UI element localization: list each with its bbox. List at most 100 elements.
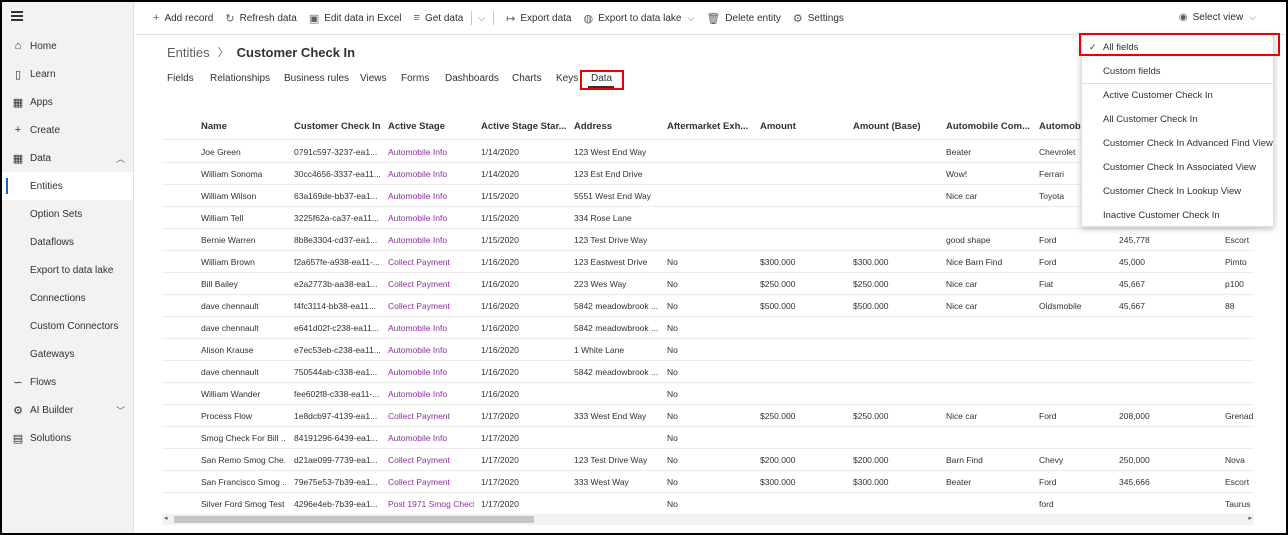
column-header[interactable]: Address	[574, 121, 660, 132]
column-header[interactable]: Name	[201, 121, 286, 132]
chevron-down-icon[interactable]: ⌵	[478, 13, 485, 24]
nav-home[interactable]: ⌂ Home	[2, 32, 133, 60]
tab-forms[interactable]: Forms	[401, 73, 429, 84]
active-stage-link[interactable]: Automobile Info	[388, 389, 474, 399]
active-stage-link[interactable]: Collect Payment	[388, 279, 474, 289]
active-stage-link[interactable]: Post 1971 Smog Check	[388, 499, 474, 509]
nav-solutions[interactable]: ▤ Solutions	[2, 424, 133, 452]
scroll-left-icon[interactable]: ◂	[164, 514, 168, 522]
hamburger-icon[interactable]	[11, 11, 23, 21]
table-row[interactable]: William Wander fee602f8-c338-ea11-... Auto…	[162, 383, 1254, 405]
nav-label: Export to data lake	[30, 264, 114, 276]
table-row[interactable]: dave chennault e641d02f-c238-ea11... Autom…	[162, 317, 1254, 339]
table-cell: p100	[1225, 279, 1244, 289]
page-title: Customer Check In	[236, 44, 356, 60]
active-stage-link[interactable]: Automobile Info	[388, 367, 474, 377]
export-data-button[interactable]: ↦ Export data	[506, 12, 571, 25]
view-option-active[interactable]: Active Customer Check In	[1082, 83, 1273, 107]
tab-dashboards[interactable]: Dashboards	[445, 73, 499, 84]
table-cell: dave chennault	[201, 367, 259, 377]
view-option-lookup[interactable]: Customer Check In Lookup View	[1082, 179, 1273, 203]
plus-icon: +	[14, 124, 22, 136]
gear-icon: ⚙	[792, 12, 803, 25]
chevron-down-icon[interactable]: ﹀	[116, 404, 125, 417]
active-stage-link[interactable]: Automobile Info	[388, 323, 474, 333]
nav-ai-builder[interactable]: ⚙ AI Builder ﹀	[2, 396, 133, 424]
table-row[interactable]: dave chennault 750544ab-c338-ea1... Automo…	[162, 361, 1254, 383]
nav-data[interactable]: ▦ Data ︿	[2, 144, 133, 172]
column-header[interactable]: Amount (Base)	[853, 121, 939, 132]
scrollbar-thumb[interactable]	[174, 516, 534, 523]
tab-fields[interactable]: Fields	[167, 73, 194, 84]
nav-learn[interactable]: ▯ Learn	[2, 60, 133, 88]
table-cell: 250,000	[1119, 455, 1150, 465]
nav-flows[interactable]: ∽ Flows	[2, 368, 133, 396]
active-stage-link[interactable]: Automobile Info	[388, 169, 474, 179]
table-row[interactable]: Silver Ford Smog Test 4296e4eb-7b39-ea1..…	[162, 493, 1254, 515]
table-row[interactable]: San Francisco Smog ... 79e75e53-7b39-ea1.…	[162, 471, 1254, 493]
nav-entities[interactable]: Entities	[2, 172, 133, 200]
nav-custom-connectors[interactable]: Custom Connectors	[2, 312, 133, 340]
active-stage-link[interactable]: Automobile Info	[388, 191, 474, 201]
horizontal-scrollbar[interactable]: ◂ ▸	[162, 514, 1254, 525]
column-header[interactable]: Customer Check In	[294, 121, 380, 132]
add-record-button[interactable]: + Add record	[153, 12, 213, 24]
active-stage-link[interactable]: Automobile Info	[388, 147, 474, 157]
active-stage-link[interactable]: Collect Payment	[388, 477, 474, 487]
active-stage-link[interactable]: Automobile Info	[388, 213, 474, 223]
tab-relationships[interactable]: Relationships	[210, 73, 270, 84]
active-stage-link[interactable]: Automobile Info	[388, 235, 474, 245]
table-row[interactable]: Bernie Warren 8b8e3304-cd37-ea1... Automob…	[162, 229, 1254, 251]
table-row[interactable]: dave chennault f4fc3114-bb38-ea11... Colle…	[162, 295, 1254, 317]
nav-connections[interactable]: Connections	[2, 284, 133, 312]
table-row[interactable]: Smog Check For Bill ... 84191296-6439-ea1…	[162, 427, 1254, 449]
nav-create[interactable]: + Create	[2, 116, 133, 144]
active-stage-link[interactable]: Collect Payment	[388, 301, 474, 311]
table-row[interactable]: Bill Bailey e2a2773b-aa38-ea1... Collect P…	[162, 273, 1254, 295]
tab-keys[interactable]: Keys	[556, 73, 578, 84]
nav-gateways[interactable]: Gateways	[2, 340, 133, 368]
view-option-inactive[interactable]: Inactive Customer Check In	[1082, 203, 1273, 227]
get-data-button[interactable]: ≡ Get data	[414, 12, 464, 24]
table-cell: Process Flow	[201, 411, 253, 421]
column-header[interactable]: Active Stage	[388, 121, 474, 132]
column-header[interactable]: Automobile Com...	[946, 121, 1032, 132]
view-option-all[interactable]: All Customer Check In	[1082, 107, 1273, 131]
table-row[interactable]: San Remo Smog Che... d21ae099-7739-ea1...…	[162, 449, 1254, 471]
active-stage-link[interactable]: Automobile Info	[388, 345, 474, 355]
delete-entity-button[interactable]: 🗑 Delete entity	[706, 12, 781, 25]
column-header[interactable]: Aftermarket Exh...	[667, 121, 751, 132]
edit-in-excel-button[interactable]: ▣ Edit data in Excel	[309, 12, 402, 25]
view-option-advanced-find[interactable]: Customer Check In Advanced Find View	[1082, 131, 1273, 155]
active-stage-link[interactable]: Automobile Info	[388, 433, 474, 443]
nav-dataflows[interactable]: Dataflows	[2, 228, 133, 256]
refresh-data-button[interactable]: ↻ Refresh data	[225, 12, 296, 25]
table-cell: e7ec53eb-c238-ea11...	[294, 345, 380, 355]
breadcrumb-parent-link[interactable]: Entities	[167, 45, 210, 60]
scroll-right-icon[interactable]: ▸	[1248, 514, 1252, 522]
nav-option-sets[interactable]: Option Sets	[2, 200, 133, 228]
select-view-button[interactable]: ◉ Select view ⌵	[1179, 12, 1256, 23]
active-stage-link[interactable]: Collect Payment	[388, 257, 474, 267]
column-header[interactable]: Amount	[760, 121, 846, 132]
chevron-up-icon[interactable]: ︿	[116, 152, 125, 165]
nav-apps[interactable]: ▦ Apps	[2, 88, 133, 116]
view-option-custom-fields[interactable]: Custom fields	[1082, 59, 1273, 83]
table-cell: $500.000	[760, 301, 796, 311]
nav-export-lake[interactable]: Export to data lake	[2, 256, 133, 284]
settings-button[interactable]: ⚙ Settings	[793, 12, 844, 25]
table-cell: Bill Bailey	[201, 279, 238, 289]
active-stage-link[interactable]: Collect Payment	[388, 411, 474, 421]
view-option-associated[interactable]: Customer Check In Associated View	[1082, 155, 1273, 179]
table-cell: Nice Barn Find	[946, 257, 1003, 267]
column-header[interactable]: Active Stage Star...	[481, 121, 567, 132]
select-view-menu: ✓ All fields Custom fields Active Custom…	[1081, 34, 1274, 227]
tab-charts[interactable]: Charts	[512, 73, 541, 84]
tab-views[interactable]: Views	[360, 73, 387, 84]
tab-business-rules[interactable]: Business rules	[284, 73, 349, 84]
active-stage-link[interactable]: Collect Payment	[388, 455, 474, 465]
export-to-data-lake-button[interactable]: ◍ Export to data lake ⌵	[584, 12, 695, 25]
table-row[interactable]: William Brown f2a657fe-a938-ea11-... Colle…	[162, 251, 1254, 273]
table-row[interactable]: Process Flow 1e8dcb97-4139-ea1... Collect …	[162, 405, 1254, 427]
table-row[interactable]: Alison Krause e7ec53eb-c238-ea11... Automo…	[162, 339, 1254, 361]
